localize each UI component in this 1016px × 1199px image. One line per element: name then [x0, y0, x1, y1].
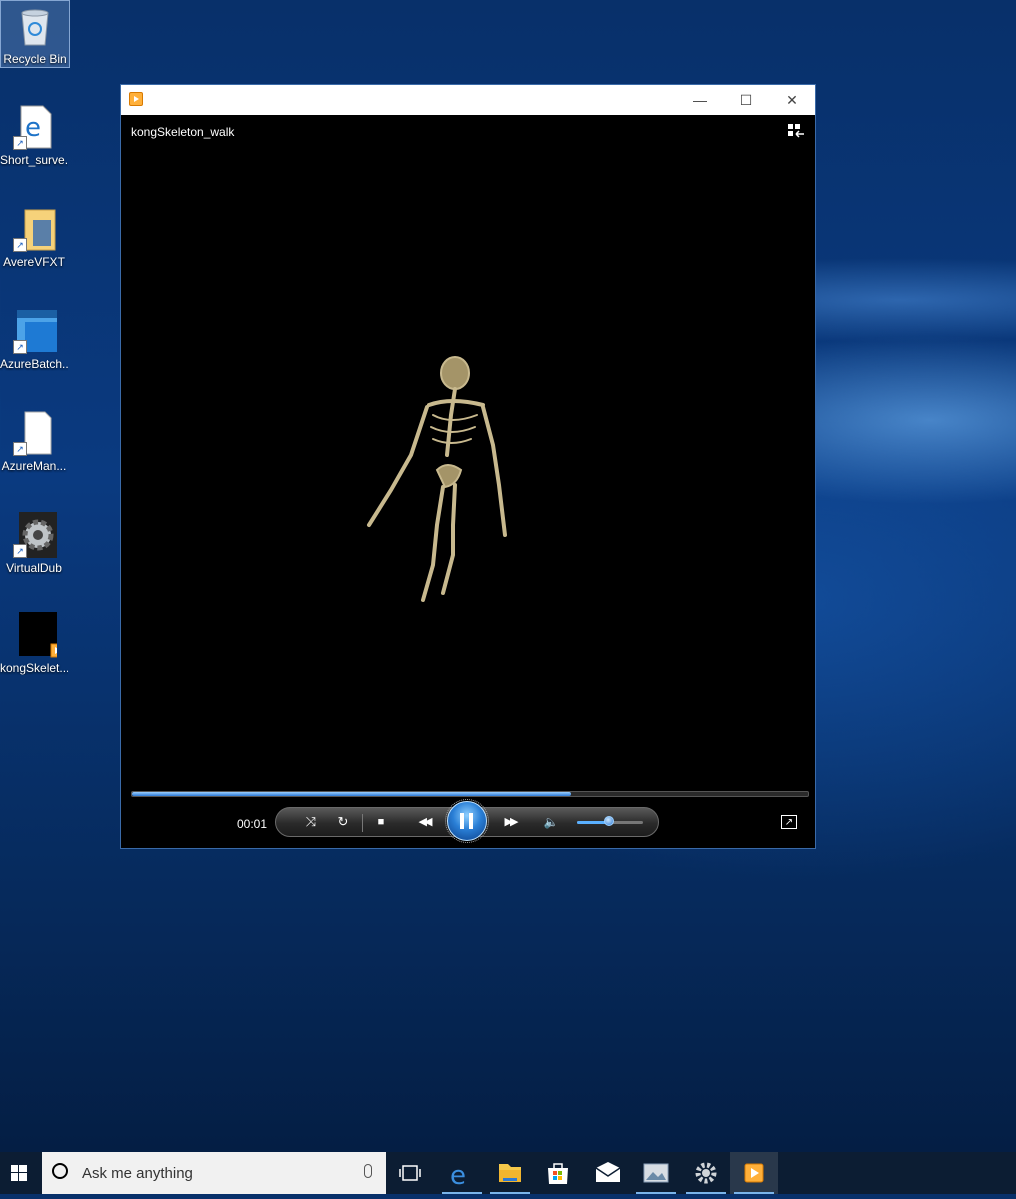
search-placeholder: Ask me anything: [82, 1165, 193, 1182]
pause-button[interactable]: [445, 799, 489, 843]
shuffle-button[interactable]: ⤨: [300, 808, 322, 836]
switch-to-library-icon[interactable]: [787, 123, 805, 139]
file-explorer-icon[interactable]: [486, 1152, 534, 1194]
desktop-icon-short-survey[interactable]: e ↗ Short_surve...: [0, 104, 68, 167]
svg-text:e: e: [25, 113, 41, 143]
volume-button[interactable]: 🔈: [540, 808, 562, 836]
media-player-icon[interactable]: [730, 1152, 778, 1194]
repeat-button[interactable]: ↻: [332, 808, 354, 836]
desktop-icon-label: AzureBatch...: [0, 357, 68, 371]
media-player-app-icon: [129, 92, 143, 106]
task-view-icon[interactable]: [386, 1152, 434, 1194]
desktop-icon-label: AvereVFXT: [3, 255, 65, 269]
cortana-icon: [52, 1163, 68, 1179]
start-button[interactable]: [0, 1152, 40, 1194]
volume-slider-thumb[interactable]: [604, 816, 614, 826]
media-player-window[interactable]: — ☐ ✕ kongSkeleton_walk 00:01 ⤨ ↻ ■ ◀◀ ▶…: [120, 84, 816, 849]
previous-button[interactable]: ◀◀: [404, 808, 444, 836]
windows-logo-icon: [11, 1165, 27, 1181]
skeleton-video-frame: [367, 356, 507, 602]
edge-icon[interactable]: e: [438, 1152, 486, 1194]
desktop-icon-virtualdub[interactable]: ↗ VirtualDub: [0, 512, 68, 575]
next-button[interactable]: ▶▶: [490, 808, 530, 836]
title-bar[interactable]: — ☐ ✕: [121, 85, 815, 115]
edge-shortcut-icon: e ↗: [11, 104, 57, 150]
folder-shortcut-icon: ↗: [11, 206, 57, 252]
recycle-bin-icon: [12, 3, 58, 49]
desktop-icon-avere[interactable]: ↗ AvereVFXT: [0, 206, 68, 269]
svg-text:e: e: [450, 1161, 466, 1191]
pause-icon-bar: [469, 813, 473, 829]
desktop-icon-label: Short_surve...: [0, 153, 68, 167]
search-box[interactable]: Ask me anything: [42, 1152, 386, 1194]
store-icon[interactable]: [534, 1152, 582, 1194]
current-time: 00:01: [237, 817, 268, 831]
file-shortcut-icon: ↗: [11, 410, 57, 456]
video-file-icon: [11, 612, 65, 658]
app-shortcut-icon: ↗: [11, 308, 61, 354]
desktop-icon-azureman[interactable]: ↗ AzureMan...: [0, 410, 68, 473]
desktop-icon-label: Recycle Bin: [3, 52, 67, 66]
seek-progress: [132, 792, 572, 796]
video-title: kongSkeleton_walk: [131, 125, 235, 139]
gear-shortcut-icon: ↗: [11, 512, 57, 558]
control-separator: [362, 814, 363, 832]
desktop-icon-label: kongSkelet...: [0, 661, 68, 675]
taskbar: Ask me anything e: [0, 1152, 1016, 1194]
photos-icon[interactable]: [632, 1152, 680, 1194]
stop-button[interactable]: ■: [370, 808, 392, 836]
close-button[interactable]: ✕: [769, 85, 815, 115]
desktop-icon-azurebatch[interactable]: ↗ AzureBatch...: [0, 308, 68, 371]
maximize-button[interactable]: ☐: [723, 85, 769, 115]
desktop-icon-recycle-bin[interactable]: Recycle Bin: [0, 0, 70, 68]
seek-bar[interactable]: [131, 791, 809, 797]
mail-icon[interactable]: [584, 1152, 632, 1194]
desktop-icon-kongskeleton[interactable]: kongSkelet...: [0, 612, 68, 675]
desktop-icon-label: VirtualDub: [6, 561, 62, 575]
microphone-icon[interactable]: [364, 1164, 372, 1178]
minimize-button[interactable]: —: [677, 85, 723, 115]
settings-gear-icon[interactable]: [682, 1152, 730, 1194]
video-display[interactable]: [121, 115, 815, 785]
desktop-icon-label: AzureMan...: [1, 459, 67, 473]
pause-icon: [460, 813, 464, 829]
full-screen-button[interactable]: ↗: [781, 815, 797, 829]
